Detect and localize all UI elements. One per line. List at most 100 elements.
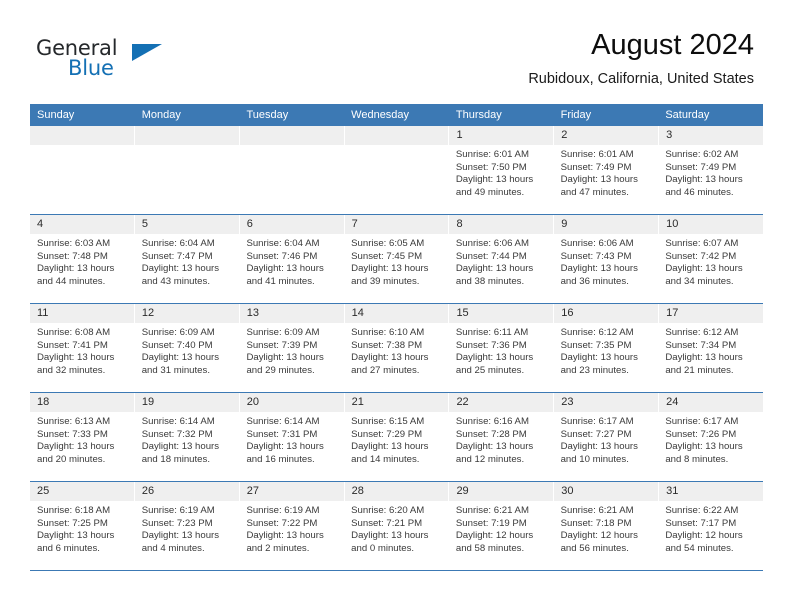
daylight-text-line1: Daylight: 13 hours: [37, 530, 115, 542]
daylight-text-line2: and 29 minutes.: [246, 364, 315, 376]
day-number-11[interactable]: 11: [30, 304, 135, 323]
day-cell-31[interactable]: Sunrise: 6:22 AM Sunset: 7:17 PM Daylight:…: [658, 501, 763, 570]
daylight-text-line1: Daylight: 13 hours: [246, 530, 324, 542]
day-number-28[interactable]: 28: [345, 482, 450, 501]
day-of-week-header-thursday: Thursday: [455, 109, 502, 121]
day-of-week-header-wednesday: Wednesday: [351, 109, 410, 121]
sunset-text: Sunset: 7:25 PM: [37, 517, 108, 529]
day-cell-3[interactable]: Sunrise: 6:02 AM Sunset: 7:49 PM Daylight:…: [658, 145, 763, 214]
day-number-9[interactable]: 9: [554, 215, 660, 234]
day-cell-12[interactable]: Sunrise: 6:09 AM Sunset: 7:40 PM Daylight:…: [135, 323, 240, 392]
day-cell-8[interactable]: Sunrise: 6:06 AM Sunset: 7:44 PM Daylight:…: [449, 234, 554, 303]
day-cell-20[interactable]: Sunrise: 6:14 AM Sunset: 7:31 PM Daylight:…: [239, 412, 344, 481]
day-number-23[interactable]: 23: [554, 393, 660, 412]
day-cell-25[interactable]: Sunrise: 6:18 AM Sunset: 7:25 PM Daylight:…: [30, 501, 135, 570]
day-of-week-header-saturday: Saturday: [665, 109, 710, 121]
day-number-20[interactable]: 20: [240, 393, 345, 412]
day-cell-6[interactable]: Sunrise: 6:04 AM Sunset: 7:46 PM Daylight:…: [239, 234, 344, 303]
daylight-text-line1: Daylight: 13 hours: [141, 352, 220, 364]
day-of-week-header-sunday: Sunday: [37, 109, 75, 121]
day-cell-14[interactable]: Sunrise: 6:10 AM Sunset: 7:38 PM Daylight:…: [344, 323, 449, 392]
day-number-1[interactable]: 1: [449, 126, 555, 145]
sunrise-text: Sunrise: 6:06 AM: [560, 238, 634, 249]
sunset-text: Sunset: 7:49 PM: [560, 161, 632, 173]
day-cell-26[interactable]: Sunrise: 6:19 AM Sunset: 7:23 PM Daylight:…: [135, 501, 240, 570]
day-cell-28[interactable]: Sunrise: 6:20 AM Sunset: 7:21 PM Daylight:…: [344, 501, 449, 570]
day-number-3[interactable]: 3: [659, 126, 763, 145]
day-cell-19[interactable]: Sunrise: 6:14 AM Sunset: 7:32 PM Daylight:…: [135, 412, 240, 481]
day-cell-21[interactable]: Sunrise: 6:15 AM Sunset: 7:29 PM Daylight:…: [344, 412, 449, 481]
sunrise-text: Sunrise: 6:17 AM: [560, 416, 634, 427]
sunrise-text: Sunrise: 6:18 AM: [37, 505, 111, 516]
day-cell-24[interactable]: Sunrise: 6:17 AM Sunset: 7:26 PM Daylight:…: [658, 412, 763, 481]
day-cell-29[interactable]: Sunrise: 6:21 AM Sunset: 7:19 PM Daylight:…: [449, 501, 554, 570]
week-day-number-band: 11 12 13 14 15 16 17: [30, 304, 763, 323]
sunset-text: Sunset: 7:47 PM: [141, 250, 213, 262]
sunset-text: Sunset: 7:41 PM: [37, 339, 108, 351]
daylight-text-line1: Daylight: 13 hours: [665, 263, 743, 275]
sunset-text: Sunset: 7:46 PM: [246, 250, 318, 262]
day-number-18[interactable]: 18: [30, 393, 135, 412]
daylight-text-line1: Daylight: 13 hours: [560, 174, 638, 186]
day-cell-16[interactable]: Sunrise: 6:12 AM Sunset: 7:35 PM Daylight:…: [554, 323, 659, 392]
day-number-5[interactable]: 5: [135, 215, 240, 234]
day-of-week-header-monday: Monday: [141, 109, 181, 121]
day-cell-7[interactable]: Sunrise: 6:05 AM Sunset: 7:45 PM Daylight:…: [344, 234, 449, 303]
day-cell-5[interactable]: Sunrise: 6:04 AM Sunset: 7:47 PM Daylight:…: [135, 234, 240, 303]
sunrise-text: Sunrise: 6:14 AM: [141, 416, 215, 427]
day-cell-9[interactable]: Sunrise: 6:06 AM Sunset: 7:43 PM Daylight:…: [554, 234, 659, 303]
day-number-26[interactable]: 26: [135, 482, 240, 501]
day-number-4[interactable]: 4: [30, 215, 135, 234]
day-number-29[interactable]: 29: [449, 482, 555, 501]
day-number-17[interactable]: 17: [659, 304, 763, 323]
day-number-21[interactable]: 21: [345, 393, 450, 412]
day-cell-10[interactable]: Sunrise: 6:07 AM Sunset: 7:42 PM Daylight:…: [658, 234, 763, 303]
week-day-number-band: 123: [30, 126, 763, 145]
day-number-30[interactable]: 30: [554, 482, 660, 501]
day-of-week-header-tuesday: Tuesday: [246, 109, 289, 121]
daylight-text-line1: Daylight: 13 hours: [37, 352, 115, 364]
day-number-16[interactable]: 16: [554, 304, 660, 323]
daylight-text-line2: and 56 minutes.: [560, 542, 629, 554]
day-number-8[interactable]: 8: [449, 215, 555, 234]
daylight-text-line2: and 20 minutes.: [37, 453, 106, 465]
day-cell-18[interactable]: Sunrise: 6:13 AM Sunset: 7:33 PM Daylight:…: [30, 412, 135, 481]
daylight-text-line2: and 41 minutes.: [246, 275, 315, 287]
day-cell-23[interactable]: Sunrise: 6:17 AM Sunset: 7:27 PM Daylight:…: [554, 412, 659, 481]
day-number-31[interactable]: 31: [659, 482, 763, 501]
day-cell-11[interactable]: Sunrise: 6:08 AM Sunset: 7:41 PM Daylight:…: [30, 323, 135, 392]
daylight-text-line1: Daylight: 13 hours: [455, 174, 534, 186]
daylight-text-line1: Daylight: 13 hours: [351, 530, 429, 542]
day-cell-2[interactable]: Sunrise: 6:01 AM Sunset: 7:49 PM Daylight:…: [554, 145, 659, 214]
day-number-10[interactable]: 10: [659, 215, 763, 234]
daylight-text-line2: and 34 minutes.: [665, 275, 734, 287]
day-number-27[interactable]: 27: [240, 482, 345, 501]
day-of-week-header-friday: Friday: [560, 109, 592, 121]
day-cell-empty: [344, 145, 449, 214]
day-number-24[interactable]: 24: [659, 393, 763, 412]
sunrise-text: Sunrise: 6:14 AM: [246, 416, 320, 427]
day-cell-17[interactable]: Sunrise: 6:12 AM Sunset: 7:34 PM Daylight:…: [658, 323, 763, 392]
day-number-15[interactable]: 15: [449, 304, 555, 323]
brand-logo-triangle-icon: [132, 44, 162, 61]
day-number-12[interactable]: 12: [135, 304, 240, 323]
day-number-14[interactable]: 14: [345, 304, 450, 323]
day-cell-15[interactable]: Sunrise: 6:11 AM Sunset: 7:36 PM Daylight:…: [449, 323, 554, 392]
brand-logo[interactable]: General Blue: [36, 36, 216, 84]
daylight-text-line2: and 18 minutes.: [141, 453, 210, 465]
day-cell-1[interactable]: Sunrise: 6:01 AM Sunset: 7:50 PM Daylight:…: [449, 145, 554, 214]
day-number-6[interactable]: 6: [240, 215, 345, 234]
day-cell-4[interactable]: Sunrise: 6:03 AM Sunset: 7:48 PM Daylight:…: [30, 234, 135, 303]
day-number-7[interactable]: 7: [345, 215, 450, 234]
day-number-25[interactable]: 25: [30, 482, 135, 501]
day-cell-13[interactable]: Sunrise: 6:09 AM Sunset: 7:39 PM Daylight:…: [239, 323, 344, 392]
day-cell-27[interactable]: Sunrise: 6:19 AM Sunset: 7:22 PM Daylight:…: [239, 501, 344, 570]
day-number-22[interactable]: 22: [449, 393, 555, 412]
day-number-13[interactable]: 13: [240, 304, 345, 323]
day-cell-22[interactable]: Sunrise: 6:16 AM Sunset: 7:28 PM Daylight:…: [449, 412, 554, 481]
day-number-2[interactable]: 2: [554, 126, 660, 145]
day-number-19[interactable]: 19: [135, 393, 240, 412]
sunrise-text: Sunrise: 6:06 AM: [455, 238, 529, 249]
daylight-text-line2: and 49 minutes.: [455, 186, 525, 198]
day-cell-30[interactable]: Sunrise: 6:21 AM Sunset: 7:18 PM Daylight:…: [554, 501, 659, 570]
